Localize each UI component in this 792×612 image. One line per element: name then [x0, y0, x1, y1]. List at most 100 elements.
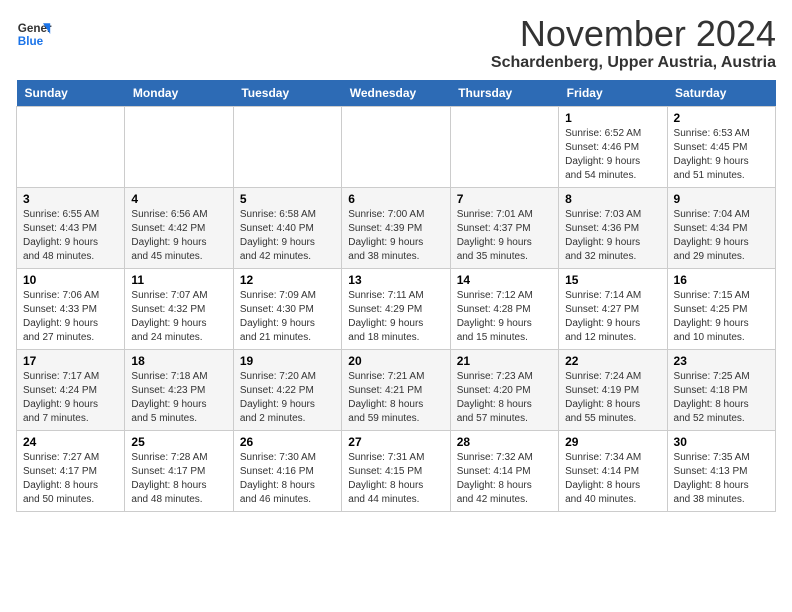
day-detail: Sunrise: 6:58 AM Sunset: 4:40 PM Dayligh…	[240, 208, 335, 264]
day-cell: 19Sunrise: 7:20 AM Sunset: 4:22 PM Dayli…	[233, 350, 341, 431]
day-number: 11	[131, 273, 226, 287]
day-number: 13	[348, 273, 443, 287]
header-cell-thursday: Thursday	[450, 80, 558, 107]
day-cell: 5 Sunrise: 6:58 AM Sunset: 4:40 PM Daylig…	[233, 188, 341, 269]
day-cell: 10 Sunrise: 7:06 AM Sunset: 4:33 PM Dayli…	[17, 269, 125, 350]
day-number: 20	[348, 354, 443, 368]
day-number: 28	[457, 435, 552, 449]
day-detail: Sunrise: 7:30 AM Sunset: 4:16 PM Dayligh…	[240, 451, 335, 507]
header-cell-monday: Monday	[125, 80, 233, 107]
day-number: 2	[674, 111, 769, 125]
week-row-5: 24 Sunrise: 7:27 AM Sunset: 4:17 PM Dayli…	[17, 431, 776, 512]
day-detail: Sunrise: 7:11 AM Sunset: 4:29 PM Dayligh…	[348, 289, 443, 345]
day-detail: Sunrise: 7:00 AM Sunset: 4:39 PM Dayligh…	[348, 208, 443, 264]
day-cell: 29 Sunrise: 7:34 AM Sunset: 4:14 PM Dayli…	[559, 431, 667, 512]
day-cell: 6 Sunrise: 7:00 AM Sunset: 4:39 PM Daylig…	[342, 188, 450, 269]
day-cell: 12 Sunrise: 7:09 AM Sunset: 4:30 PM Dayli…	[233, 269, 341, 350]
day-cell: 4 Sunrise: 6:56 AM Sunset: 4:42 PM Daylig…	[125, 188, 233, 269]
week-row-4: 17Sunrise: 7:17 AM Sunset: 4:24 PM Dayli…	[17, 350, 776, 431]
day-number: 30	[674, 435, 769, 449]
day-cell	[233, 107, 341, 188]
day-cell: 14 Sunrise: 7:12 AM Sunset: 4:28 PM Dayli…	[450, 269, 558, 350]
day-detail: Sunrise: 7:27 AM Sunset: 4:17 PM Dayligh…	[23, 451, 118, 507]
day-detail: Sunrise: 7:32 AM Sunset: 4:14 PM Dayligh…	[457, 451, 552, 507]
day-cell: 17Sunrise: 7:17 AM Sunset: 4:24 PM Dayli…	[17, 350, 125, 431]
day-detail: Sunrise: 7:25 AM Sunset: 4:18 PM Dayligh…	[674, 370, 769, 426]
logo: General Blue	[16, 16, 52, 52]
day-cell: 11Sunrise: 7:07 AM Sunset: 4:32 PM Dayli…	[125, 269, 233, 350]
week-row-3: 10 Sunrise: 7:06 AM Sunset: 4:33 PM Dayli…	[17, 269, 776, 350]
day-cell: 7 Sunrise: 7:01 AM Sunset: 4:37 PM Daylig…	[450, 188, 558, 269]
day-detail: Sunrise: 6:56 AM Sunset: 4:42 PM Dayligh…	[131, 208, 226, 264]
header-cell-friday: Friday	[559, 80, 667, 107]
day-detail: Sunrise: 7:09 AM Sunset: 4:30 PM Dayligh…	[240, 289, 335, 345]
day-number: 6	[348, 192, 443, 206]
day-number: 25	[131, 435, 226, 449]
day-detail: Sunrise: 7:20 AM Sunset: 4:22 PM Dayligh…	[240, 370, 335, 426]
day-detail: Sunrise: 7:01 AM Sunset: 4:37 PM Dayligh…	[457, 208, 552, 264]
day-cell: 16 Sunrise: 7:15 AM Sunset: 4:25 PM Dayli…	[667, 269, 775, 350]
day-number: 16	[674, 273, 769, 287]
day-number: 23	[674, 354, 769, 368]
day-cell: 22Sunrise: 7:24 AM Sunset: 4:19 PM Dayli…	[559, 350, 667, 431]
day-number: 24	[23, 435, 118, 449]
day-detail: Sunrise: 7:34 AM Sunset: 4:14 PM Dayligh…	[565, 451, 660, 507]
calendar-body: 1Sunrise: 6:52 AM Sunset: 4:46 PM Daylig…	[17, 107, 776, 512]
day-cell	[342, 107, 450, 188]
day-cell: 3Sunrise: 6:55 AM Sunset: 4:43 PM Daylig…	[17, 188, 125, 269]
day-cell: 30Sunrise: 7:35 AM Sunset: 4:13 PM Dayli…	[667, 431, 775, 512]
day-number: 7	[457, 192, 552, 206]
day-cell: 25 Sunrise: 7:28 AM Sunset: 4:17 PM Dayli…	[125, 431, 233, 512]
header-cell-sunday: Sunday	[17, 80, 125, 107]
title-area: November 2024 Schardenberg, Upper Austri…	[491, 16, 776, 72]
day-number: 27	[348, 435, 443, 449]
day-cell: 26 Sunrise: 7:30 AM Sunset: 4:16 PM Dayli…	[233, 431, 341, 512]
day-number: 5	[240, 192, 335, 206]
month-title: November 2024	[491, 16, 776, 52]
day-number: 9	[674, 192, 769, 206]
week-row-2: 3Sunrise: 6:55 AM Sunset: 4:43 PM Daylig…	[17, 188, 776, 269]
location-title: Schardenberg, Upper Austria, Austria	[491, 54, 776, 72]
day-cell	[125, 107, 233, 188]
day-number: 22	[565, 354, 660, 368]
day-number: 21	[457, 354, 552, 368]
day-detail: Sunrise: 7:15 AM Sunset: 4:25 PM Dayligh…	[674, 289, 769, 345]
day-detail: Sunrise: 7:17 AM Sunset: 4:24 PM Dayligh…	[23, 370, 118, 426]
day-detail: Sunrise: 7:31 AM Sunset: 4:15 PM Dayligh…	[348, 451, 443, 507]
day-number: 26	[240, 435, 335, 449]
day-cell: 13 Sunrise: 7:11 AM Sunset: 4:29 PM Dayli…	[342, 269, 450, 350]
day-detail: Sunrise: 6:52 AM Sunset: 4:46 PM Dayligh…	[565, 127, 660, 183]
calendar-table: SundayMondayTuesdayWednesdayThursdayFrid…	[16, 80, 776, 512]
header-cell-wednesday: Wednesday	[342, 80, 450, 107]
logo-icon: General Blue	[16, 16, 52, 52]
day-cell: 20 Sunrise: 7:21 AM Sunset: 4:21 PM Dayli…	[342, 350, 450, 431]
day-cell: 21 Sunrise: 7:23 AM Sunset: 4:20 PM Dayli…	[450, 350, 558, 431]
day-detail: Sunrise: 6:55 AM Sunset: 4:43 PM Dayligh…	[23, 208, 118, 264]
calendar-header: SundayMondayTuesdayWednesdayThursdayFrid…	[17, 80, 776, 107]
day-cell: 1Sunrise: 6:52 AM Sunset: 4:46 PM Daylig…	[559, 107, 667, 188]
day-cell: 24 Sunrise: 7:27 AM Sunset: 4:17 PM Dayli…	[17, 431, 125, 512]
day-number: 15	[565, 273, 660, 287]
day-detail: Sunrise: 7:28 AM Sunset: 4:17 PM Dayligh…	[131, 451, 226, 507]
day-cell: 15 Sunrise: 7:14 AM Sunset: 4:27 PM Dayli…	[559, 269, 667, 350]
day-number: 10	[23, 273, 118, 287]
day-number: 14	[457, 273, 552, 287]
day-detail: Sunrise: 7:18 AM Sunset: 4:23 PM Dayligh…	[131, 370, 226, 426]
day-cell: 2Sunrise: 6:53 AM Sunset: 4:45 PM Daylig…	[667, 107, 775, 188]
header-cell-tuesday: Tuesday	[233, 80, 341, 107]
day-detail: Sunrise: 7:06 AM Sunset: 4:33 PM Dayligh…	[23, 289, 118, 345]
day-detail: Sunrise: 7:12 AM Sunset: 4:28 PM Dayligh…	[457, 289, 552, 345]
day-detail: Sunrise: 7:21 AM Sunset: 4:21 PM Dayligh…	[348, 370, 443, 426]
day-number: 4	[131, 192, 226, 206]
day-detail: Sunrise: 7:04 AM Sunset: 4:34 PM Dayligh…	[674, 208, 769, 264]
day-detail: Sunrise: 7:23 AM Sunset: 4:20 PM Dayligh…	[457, 370, 552, 426]
day-detail: Sunrise: 7:03 AM Sunset: 4:36 PM Dayligh…	[565, 208, 660, 264]
day-number: 18	[131, 354, 226, 368]
day-number: 12	[240, 273, 335, 287]
day-number: 29	[565, 435, 660, 449]
day-cell: 18 Sunrise: 7:18 AM Sunset: 4:23 PM Dayli…	[125, 350, 233, 431]
header-row: SundayMondayTuesdayWednesdayThursdayFrid…	[17, 80, 776, 107]
day-cell: 23 Sunrise: 7:25 AM Sunset: 4:18 PM Dayli…	[667, 350, 775, 431]
day-detail: Sunrise: 7:14 AM Sunset: 4:27 PM Dayligh…	[565, 289, 660, 345]
header-cell-saturday: Saturday	[667, 80, 775, 107]
